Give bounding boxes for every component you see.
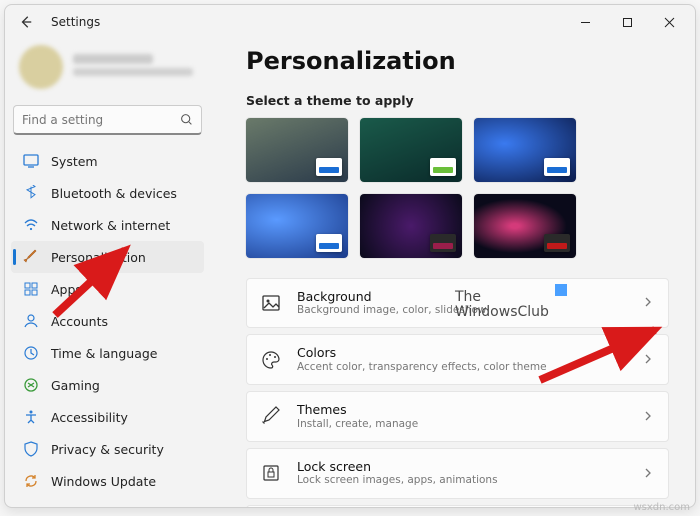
nav-label: Windows Update — [51, 474, 156, 489]
watermark: The WindowsClub — [455, 290, 549, 321]
theme-prompt: Select a theme to apply — [246, 93, 669, 108]
nav-label: Time & language — [51, 346, 157, 361]
watermark-line1: The — [455, 290, 549, 305]
arrow-left-icon — [19, 15, 33, 29]
card-title: Themes — [297, 402, 626, 418]
sidebar-item-gaming[interactable]: Gaming — [11, 369, 204, 401]
chevron-right-icon — [642, 464, 654, 483]
nav-label: Bluetooth & devices — [51, 186, 177, 201]
theme-option-1[interactable] — [246, 118, 348, 182]
main-content: Personalization Select a theme to apply — [210, 39, 695, 507]
picture-icon — [261, 293, 281, 313]
nav-label: Gaming — [51, 378, 100, 393]
minimize-button[interactable] — [565, 8, 605, 36]
nav-label: System — [51, 154, 98, 169]
theme-option-6[interactable] — [474, 194, 576, 258]
nav-label: Network & internet — [51, 218, 170, 233]
annotation-arrow-1 — [45, 245, 145, 325]
chevron-right-icon — [642, 407, 654, 426]
update-icon — [23, 473, 39, 489]
search-box[interactable] — [13, 105, 202, 135]
lockscreen-icon — [261, 463, 281, 483]
theme-grid — [246, 118, 576, 258]
theme-option-2[interactable] — [360, 118, 462, 182]
sidebar-item-time[interactable]: Time & language — [11, 337, 204, 369]
sidebar-item-network[interactable]: Network & internet — [11, 209, 204, 241]
card-desc: Install, create, manage — [297, 418, 626, 431]
theme-option-3[interactable] — [474, 118, 576, 182]
theme-option-5[interactable] — [360, 194, 462, 258]
nav-label: Privacy & security — [51, 442, 164, 457]
user-email-blur — [73, 68, 193, 76]
window-title: Settings — [51, 15, 100, 29]
maximize-icon — [622, 17, 633, 28]
shield-icon — [23, 441, 39, 457]
nav-label: Accessibility — [51, 410, 128, 425]
theme-option-4[interactable] — [246, 194, 348, 258]
sidebar-item-accessibility[interactable]: Accessibility — [11, 401, 204, 433]
card-lockscreen[interactable]: Lock screenLock screen images, apps, ani… — [246, 448, 669, 499]
card-title: Lock screen — [297, 459, 626, 475]
palette-icon — [261, 350, 281, 370]
footer-credit: wsxdn.com — [633, 502, 690, 513]
bluetooth-icon — [23, 185, 39, 201]
wifi-icon — [23, 217, 39, 233]
profile-block[interactable] — [9, 39, 206, 103]
accessibility-icon — [23, 409, 39, 425]
brush-icon — [23, 249, 39, 265]
back-button[interactable] — [15, 11, 37, 33]
titlebar: Settings — [5, 5, 695, 39]
watermark-logo — [555, 284, 567, 296]
sidebar-item-system[interactable]: System — [11, 145, 204, 177]
user-name-blur — [73, 54, 153, 64]
chevron-right-icon — [642, 293, 654, 312]
clock-icon — [23, 345, 39, 361]
close-icon — [664, 17, 675, 28]
sidebar-item-bluetooth[interactable]: Bluetooth & devices — [11, 177, 204, 209]
search-icon — [180, 113, 193, 126]
minimize-icon — [580, 17, 591, 28]
sidebar-item-update[interactable]: Windows Update — [11, 465, 204, 497]
avatar — [19, 45, 63, 89]
watermark-line2: WindowsClub — [455, 305, 549, 320]
annotation-arrow-2 — [535, 325, 675, 385]
accounts-icon — [23, 313, 39, 329]
system-icon — [23, 153, 39, 169]
sidebar-item-privacy[interactable]: Privacy & security — [11, 433, 204, 465]
card-touchkeyboard[interactable]: Touch keyboardThemes, size — [246, 505, 669, 508]
search-input[interactable] — [22, 113, 180, 127]
maximize-button[interactable] — [607, 8, 647, 36]
card-desc: Lock screen images, apps, animations — [297, 474, 626, 487]
close-button[interactable] — [649, 8, 689, 36]
gaming-icon — [23, 377, 39, 393]
card-themes[interactable]: ThemesInstall, create, manage — [246, 391, 669, 442]
page-title: Personalization — [246, 47, 669, 75]
apps-icon — [23, 281, 39, 297]
pen-icon — [261, 406, 281, 426]
